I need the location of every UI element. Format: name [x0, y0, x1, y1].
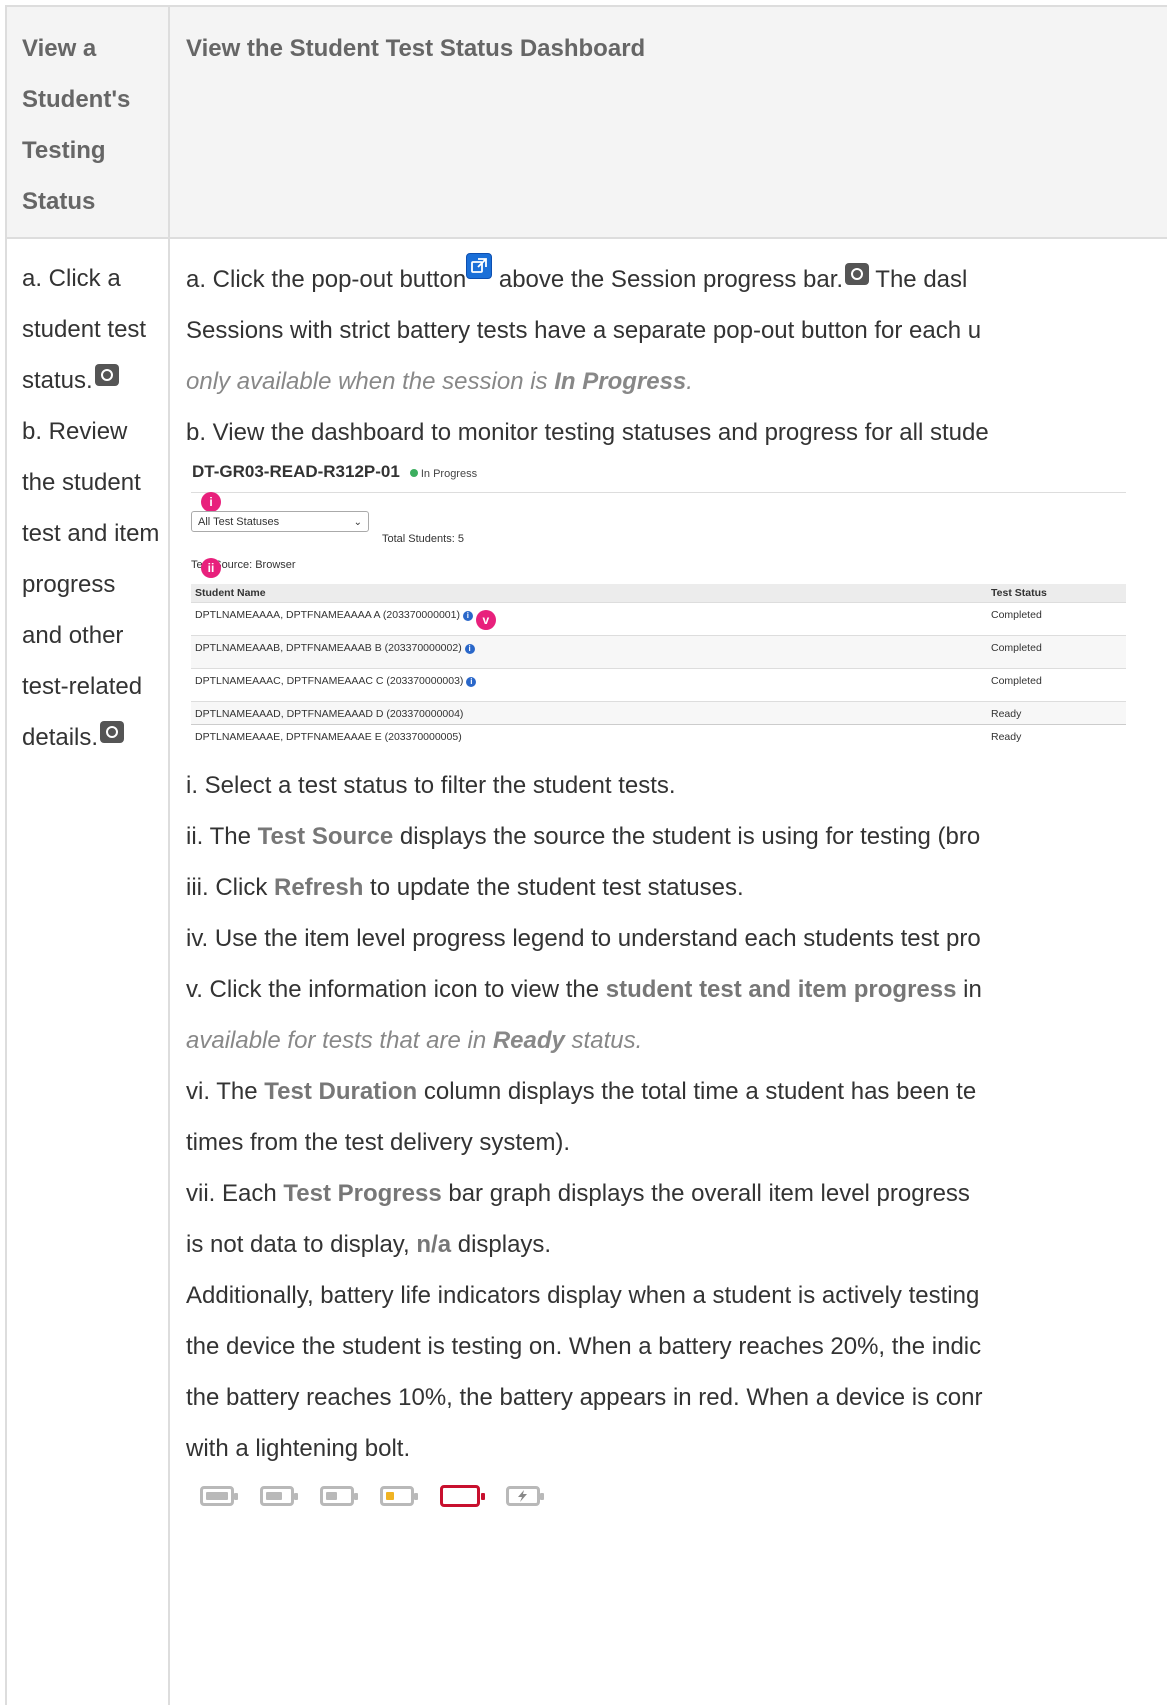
- chevron-down-icon: ⌄: [353, 517, 362, 528]
- session-title: DT-GR03-READ-R312P-01 In Progress: [192, 462, 478, 481]
- table-row[interactable]: DPTLNAMEAAAC, DPTFNAMEAAAC C (2033700000…: [191, 668, 1126, 701]
- step-b-line: b. View the dashboard to monitor testing…: [186, 419, 989, 446]
- step-i: i. Select a test status to filter the st…: [186, 772, 676, 799]
- test-status-filter[interactable]: All Test Statuses ⌄: [191, 511, 369, 532]
- step-v: v. Click the information icon to view th…: [186, 976, 982, 1003]
- table-border: [5, 5, 7, 1705]
- battery-critical-icon: [440, 1485, 485, 1507]
- step-vi: vi. The Test Duration column displays th…: [186, 1078, 977, 1105]
- battery-text-4: with a lightening bolt.: [186, 1435, 411, 1462]
- table-row[interactable]: DPTLNAMEAAAA, DPTFNAMEAAAA A (2033700000…: [191, 602, 1126, 635]
- step-b-summary: b. Review the student test and item prog…: [22, 418, 160, 751]
- marker-v: v: [475, 610, 496, 630]
- popout-icon[interactable]: [466, 253, 493, 279]
- battery-legend: [186, 1478, 1167, 1518]
- info-icon[interactable]: i: [466, 677, 477, 687]
- total-students: Total Students: 5: [382, 533, 464, 545]
- camera-icon[interactable]: [94, 364, 119, 386]
- step-a-line2: Sessions with strict battery tests have …: [186, 317, 982, 344]
- table-header: Student Name Test Status: [191, 584, 1126, 602]
- step-vii: vii. Each Test Progress bar graph displa…: [186, 1180, 970, 1207]
- student-table: Student Name Test Status DPTLNAMEAAAA, D…: [191, 584, 1126, 747]
- step-vi-line2: times from the test delivery system).: [186, 1129, 571, 1156]
- step-a-summary: a. Click a student test status.: [22, 265, 147, 394]
- step-iii: iii. Click Refresh to update the student…: [186, 874, 744, 901]
- step-ii: ii. The Test Source displays the source …: [186, 823, 981, 850]
- column-divider: [168, 5, 170, 1705]
- divider: [191, 492, 1126, 493]
- table-row[interactable]: DPTLNAMEAAAE, DPTFNAMEAAAE E (2033700000…: [191, 724, 1126, 747]
- status-dot-icon: [409, 469, 418, 477]
- camera-icon[interactable]: [845, 263, 870, 285]
- step-vii-line2: is not data to display, n/a displays.: [186, 1231, 552, 1258]
- step-iv: iv. Use the item level progress legend t…: [186, 925, 981, 952]
- marker-ii: ii: [201, 558, 221, 578]
- battery-low-icon: [380, 1486, 418, 1506]
- doc-table: View a Student's Testing Status View the…: [5, 5, 1167, 1705]
- battery-full-icon: [200, 1486, 238, 1506]
- battery-50-icon: [320, 1486, 358, 1506]
- marker-i: i: [201, 492, 221, 512]
- battery-text-3: the battery reaches 10%, the battery app…: [186, 1384, 983, 1411]
- step-v-note: available for tests that are in Ready st…: [186, 1027, 643, 1054]
- camera-icon[interactable]: [100, 721, 125, 743]
- step-a-note: only available when the session is In Pr…: [186, 368, 693, 395]
- dashboard-screenshot: DT-GR03-READ-R312P-01 In Progress i All T…: [186, 462, 1126, 743]
- battery-text-1: Additionally, battery life indicators di…: [186, 1282, 980, 1309]
- info-icon[interactable]: i: [462, 611, 473, 621]
- battery-75-icon: [260, 1486, 298, 1506]
- step-a-line: a. Click the pop-out button above the Se…: [186, 253, 1167, 305]
- column1-steps: a. Click a student test status. b. Revie…: [22, 253, 162, 763]
- battery-charging-icon: [506, 1486, 544, 1506]
- column2-heading: View the Student Test Status Dashboard: [186, 35, 646, 62]
- table-row[interactable]: DPTLNAMEAAAB, DPTFNAMEAAAB B (2033700000…: [191, 635, 1126, 668]
- table-row[interactable]: DPTLNAMEAAAD, DPTFNAMEAAAD D (2033700000…: [191, 701, 1126, 724]
- info-icon[interactable]: i: [464, 644, 475, 654]
- session-status: In Progress: [409, 468, 477, 480]
- battery-text-2: the device the student is testing on. Wh…: [186, 1333, 982, 1360]
- column2-details: a. Click the pop-out button above the Se…: [186, 253, 1167, 1518]
- column1-heading: View a Student's Testing Status: [22, 35, 131, 215]
- table-bottom-rule: [191, 724, 1126, 725]
